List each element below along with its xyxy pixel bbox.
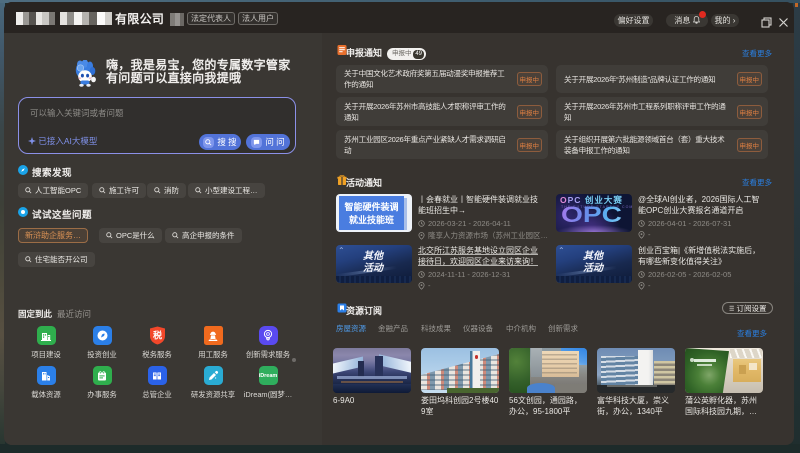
svg-text:税: 税 bbox=[152, 330, 161, 341]
